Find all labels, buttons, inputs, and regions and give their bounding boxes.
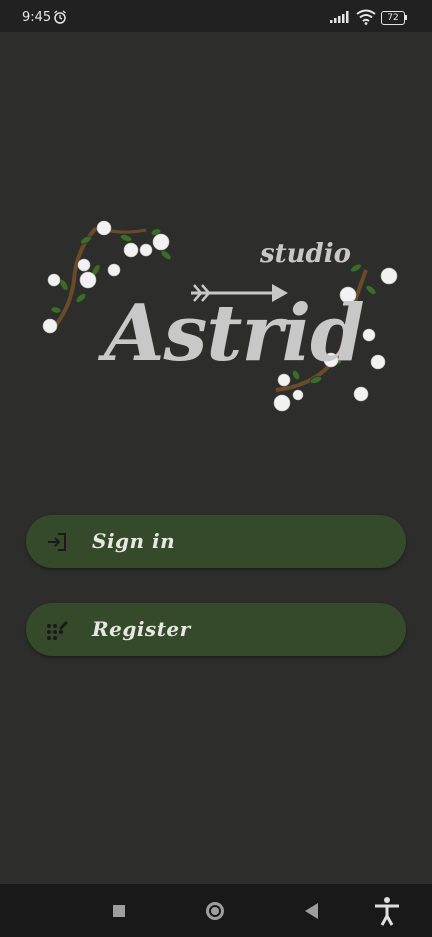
battery-icon: 72 [381,11,405,25]
back-icon[interactable] [287,884,337,937]
register-icon [47,621,68,640]
alarm-icon [54,10,66,24]
logo-suffix: studio [259,239,351,269]
signal-icon [330,11,349,23]
navigation-bar [0,884,432,937]
logo-brand: Astrid [97,288,364,379]
status-time: 9:45 [22,10,52,25]
status-bar: 9:45 72 [0,0,432,32]
astrid-studio-logo: studio Astrid [42,220,398,412]
login-icon [48,533,66,551]
register-button[interactable]: Register [26,603,406,656]
recents-icon[interactable] [94,884,144,937]
battery-tip [405,15,407,20]
battery-level: 72 [387,13,399,23]
register-label: Register [92,617,191,641]
accessibility-icon[interactable] [362,884,412,937]
sign-in-label: Sign in [92,529,176,553]
wifi-icon [356,9,376,25]
sign-in-button[interactable]: Sign in [26,515,406,568]
home-icon[interactable] [190,884,240,937]
